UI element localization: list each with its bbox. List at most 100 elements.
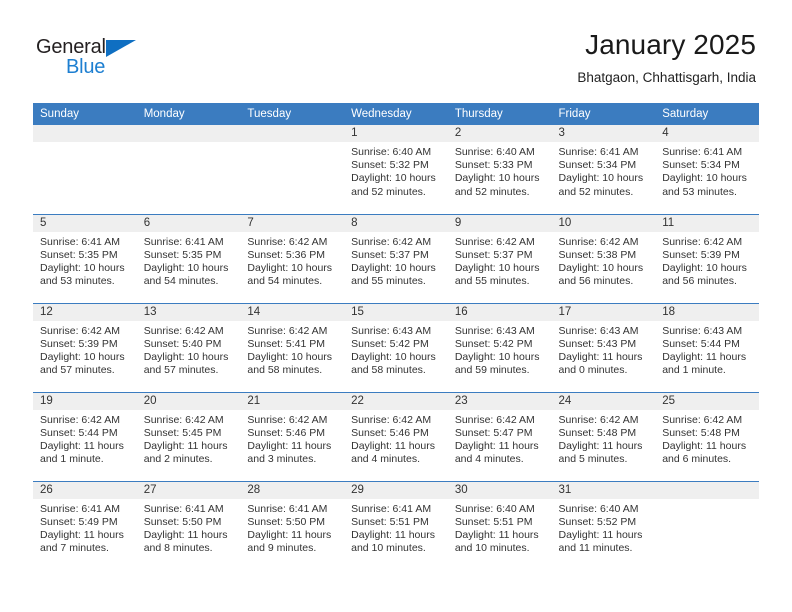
calendar-day-cell[interactable]: 16 Sunrise: 6:43 AM Sunset: 5:42 PM Dayligh… [447, 302, 552, 392]
daylight-text-line2: and 57 minutes. [40, 364, 115, 377]
sunset-text: Sunset: 5:46 PM [247, 426, 326, 439]
sunset-text: Sunset: 5:34 PM [558, 159, 637, 172]
calendar-day-cell[interactable]: 30 Sunrise: 6:40 AM Sunset: 5:51 PM Dayligh… [447, 480, 552, 570]
day-number: 17 [551, 303, 656, 321]
calendar-day-cell[interactable]: 9 Sunrise: 6:42 AM Sunset: 5:37 PM Daylight… [447, 213, 552, 303]
calendar-day-cell[interactable]: 28 Sunrise: 6:41 AM Sunset: 5:50 PM Dayligh… [240, 480, 345, 570]
sunset-text: Sunset: 5:36 PM [247, 248, 326, 261]
calendar-header-row: Sunday Monday Tuesday Wednesday Thursday Frid… [33, 103, 759, 125]
calendar-day-cell[interactable]: 17 Sunrise: 6:43 AM Sunset: 5:43 PM Dayligh… [551, 302, 656, 392]
calendar-day-cell[interactable]: 23 Sunrise: 6:42 AM Sunset: 5:47 PM Dayligh… [447, 391, 552, 481]
day-number [240, 125, 345, 142]
triangle-logo-icon [106, 40, 136, 57]
calendar-day-cell[interactable]: 22 Sunrise: 6:42 AM Sunset: 5:46 PM Dayligh… [344, 391, 448, 481]
sunset-text: Sunset: 5:48 PM [558, 426, 637, 439]
calendar-day-cell[interactable]: 8 Sunrise: 6:42 AM Sunset: 5:37 PM Daylight… [344, 213, 448, 303]
day-details: Sunrise: 6:42 AM Sunset: 5:40 PM Daylight:… [137, 321, 241, 378]
sunset-text: Sunset: 5:51 PM [454, 515, 533, 528]
daylight-text-line2: and 1 minute. [40, 453, 104, 466]
calendar-day-cell[interactable]: 7 Sunrise: 6:42 AM Sunset: 5:36 PM Daylight… [240, 213, 345, 303]
sunrise-text: Sunrise: 6:42 AM [143, 413, 224, 426]
daylight-text-line1: Daylight: 10 hours [454, 261, 540, 274]
sunrise-text: Sunrise: 6:41 AM [143, 235, 224, 248]
day-number: 31 [551, 481, 656, 499]
calendar-day-cell[interactable]: 3 Sunrise: 6:41 AM Sunset: 5:34 PM Daylight… [551, 125, 656, 214]
calendar-day-cell[interactable]: 27 Sunrise: 6:41 AM Sunset: 5:50 PM Dayligh… [136, 480, 241, 570]
day-details: Sunrise: 6:41 AM Sunset: 5:34 PM Daylight:… [655, 142, 759, 199]
day-details: Sunrise: 6:41 AM Sunset: 5:50 PM Daylight:… [137, 499, 241, 556]
sunrise-text: Sunrise: 6:42 AM [143, 324, 224, 337]
sunset-text: Sunset: 5:45 PM [143, 426, 222, 439]
sunset-text: Sunset: 5:42 PM [454, 337, 533, 350]
daylight-text-line1: Daylight: 10 hours [454, 172, 540, 185]
sunrise-text: Sunrise: 6:42 AM [454, 413, 535, 426]
weekday-header-wednesday: Wednesday [344, 103, 448, 125]
sunset-text: Sunset: 5:34 PM [662, 159, 740, 172]
calendar-day-cell[interactable]: 1 Sunrise: 6:40 AM Sunset: 5:32 PM Daylight… [344, 125, 448, 214]
sunrise-text: Sunrise: 6:43 AM [662, 324, 743, 337]
daylight-text-line2: and 54 minutes. [247, 275, 323, 288]
general-blue-logo[interactable]: General Blue [36, 36, 151, 82]
daylight-text-line2: and 52 minutes. [351, 185, 426, 198]
day-number: 25 [655, 392, 759, 410]
sunrise-text: Sunrise: 6:40 AM [454, 146, 535, 158]
day-number: 16 [447, 303, 552, 321]
daylight-text-line1: Daylight: 10 hours [558, 172, 644, 185]
calendar-day-cell[interactable]: 25 Sunrise: 6:42 AM Sunset: 5:48 PM Dayligh… [655, 391, 759, 481]
calendar-day-cell[interactable]: 10 Sunrise: 6:42 AM Sunset: 5:38 PM Dayligh… [551, 213, 656, 303]
sunrise-text: Sunrise: 6:43 AM [558, 324, 639, 337]
sunrise-text: Sunrise: 6:41 AM [351, 502, 432, 515]
daylight-text-line2: and 59 minutes. [454, 364, 530, 377]
calendar-day-cell[interactable]: 11 Sunrise: 6:42 AM Sunset: 5:39 PM Dayligh… [655, 213, 759, 303]
daylight-text-line1: Daylight: 10 hours [454, 350, 540, 363]
page-title: January 2025 [585, 29, 756, 60]
daylight-text-line1: Daylight: 11 hours [351, 439, 435, 452]
daylight-text-line2: and 55 minutes. [454, 275, 530, 288]
day-details: Sunrise: 6:43 AM Sunset: 5:42 PM Daylight:… [448, 321, 552, 378]
daylight-text-line1: Daylight: 11 hours [247, 439, 332, 452]
sunrise-text: Sunrise: 6:40 AM [351, 146, 432, 158]
sunrise-text: Sunrise: 6:43 AM [351, 324, 432, 337]
calendar-day-cell[interactable]: 13 Sunrise: 6:42 AM Sunset: 5:40 PM Dayligh… [136, 302, 241, 392]
daylight-text-line1: Daylight: 10 hours [143, 261, 229, 274]
day-details: Sunrise: 6:41 AM Sunset: 5:35 PM Daylight:… [137, 232, 241, 289]
calendar-day-cell[interactable]: 24 Sunrise: 6:42 AM Sunset: 5:48 PM Dayligh… [551, 391, 656, 481]
calendar-day-cell[interactable]: 2 Sunrise: 6:40 AM Sunset: 5:33 PM Daylight… [447, 125, 552, 214]
daylight-text-line1: Daylight: 11 hours [143, 528, 228, 541]
daylight-text-line1: Daylight: 11 hours [143, 439, 228, 452]
calendar-day-cell[interactable]: 4 Sunrise: 6:41 AM Sunset: 5:34 PM Daylight… [655, 125, 759, 214]
daylight-text-line2: and 11 minutes. [558, 542, 633, 555]
day-details: Sunrise: 6:42 AM Sunset: 5:47 PM Daylight:… [448, 410, 552, 467]
calendar-day-cell[interactable]: 20 Sunrise: 6:42 AM Sunset: 5:45 PM Dayligh… [136, 391, 241, 481]
location-subtitle: Bhatgaon, Chhattisgarh, India [577, 70, 756, 85]
daylight-text-line2: and 58 minutes. [247, 364, 323, 377]
day-number: 3 [551, 125, 656, 142]
calendar-day-cell[interactable]: 18 Sunrise: 6:43 AM Sunset: 5:44 PM Dayligh… [655, 302, 759, 392]
sunset-text: Sunset: 5:40 PM [143, 337, 222, 350]
daylight-text-line1: Daylight: 11 hours [662, 439, 747, 452]
day-details [137, 142, 241, 146]
daylight-text-line2: and 57 minutes. [143, 364, 219, 377]
calendar-day-cell[interactable]: 5 Sunrise: 6:41 AM Sunset: 5:35 PM Daylight… [33, 213, 137, 303]
calendar-day-cell[interactable]: 12 Sunrise: 6:42 AM Sunset: 5:39 PM Dayligh… [33, 302, 137, 392]
calendar-day-cell[interactable]: 31 Sunrise: 6:40 AM Sunset: 5:52 PM Dayligh… [551, 480, 656, 570]
sunrise-text: Sunrise: 6:41 AM [40, 235, 120, 248]
daylight-text-line1: Daylight: 10 hours [40, 350, 125, 363]
calendar-day-cell[interactable]: 19 Sunrise: 6:42 AM Sunset: 5:44 PM Dayligh… [33, 391, 137, 481]
daylight-text-line1: Daylight: 11 hours [454, 439, 539, 452]
sunset-text: Sunset: 5:50 PM [143, 515, 222, 528]
day-details: Sunrise: 6:42 AM Sunset: 5:39 PM Daylight:… [655, 232, 759, 289]
weekday-header-thursday: Thursday [447, 103, 552, 125]
calendar-day-cell[interactable]: 14 Sunrise: 6:42 AM Sunset: 5:41 PM Dayligh… [240, 302, 345, 392]
sunrise-text: Sunrise: 6:42 AM [247, 235, 328, 248]
sunrise-text: Sunrise: 6:42 AM [454, 235, 535, 248]
day-number: 14 [240, 303, 345, 321]
daylight-text-line1: Daylight: 11 hours [558, 350, 643, 363]
calendar-day-cell[interactable]: 6 Sunrise: 6:41 AM Sunset: 5:35 PM Daylight… [136, 213, 241, 303]
calendar-day-cell[interactable]: 21 Sunrise: 6:42 AM Sunset: 5:46 PM Dayligh… [240, 391, 345, 481]
calendar-day-cell[interactable]: 29 Sunrise: 6:41 AM Sunset: 5:51 PM Dayligh… [344, 480, 448, 570]
calendar-page: General Blue January 2025 Bhatgaon, Chha… [0, 0, 792, 612]
calendar-day-cell[interactable]: 15 Sunrise: 6:43 AM Sunset: 5:42 PM Dayligh… [344, 302, 448, 392]
calendar-week-row: 19 Sunrise: 6:42 AM Sunset: 5:44 PM Dayligh… [33, 391, 759, 481]
calendar-day-cell[interactable]: 26 Sunrise: 6:41 AM Sunset: 5:49 PM Dayligh… [33, 480, 137, 570]
